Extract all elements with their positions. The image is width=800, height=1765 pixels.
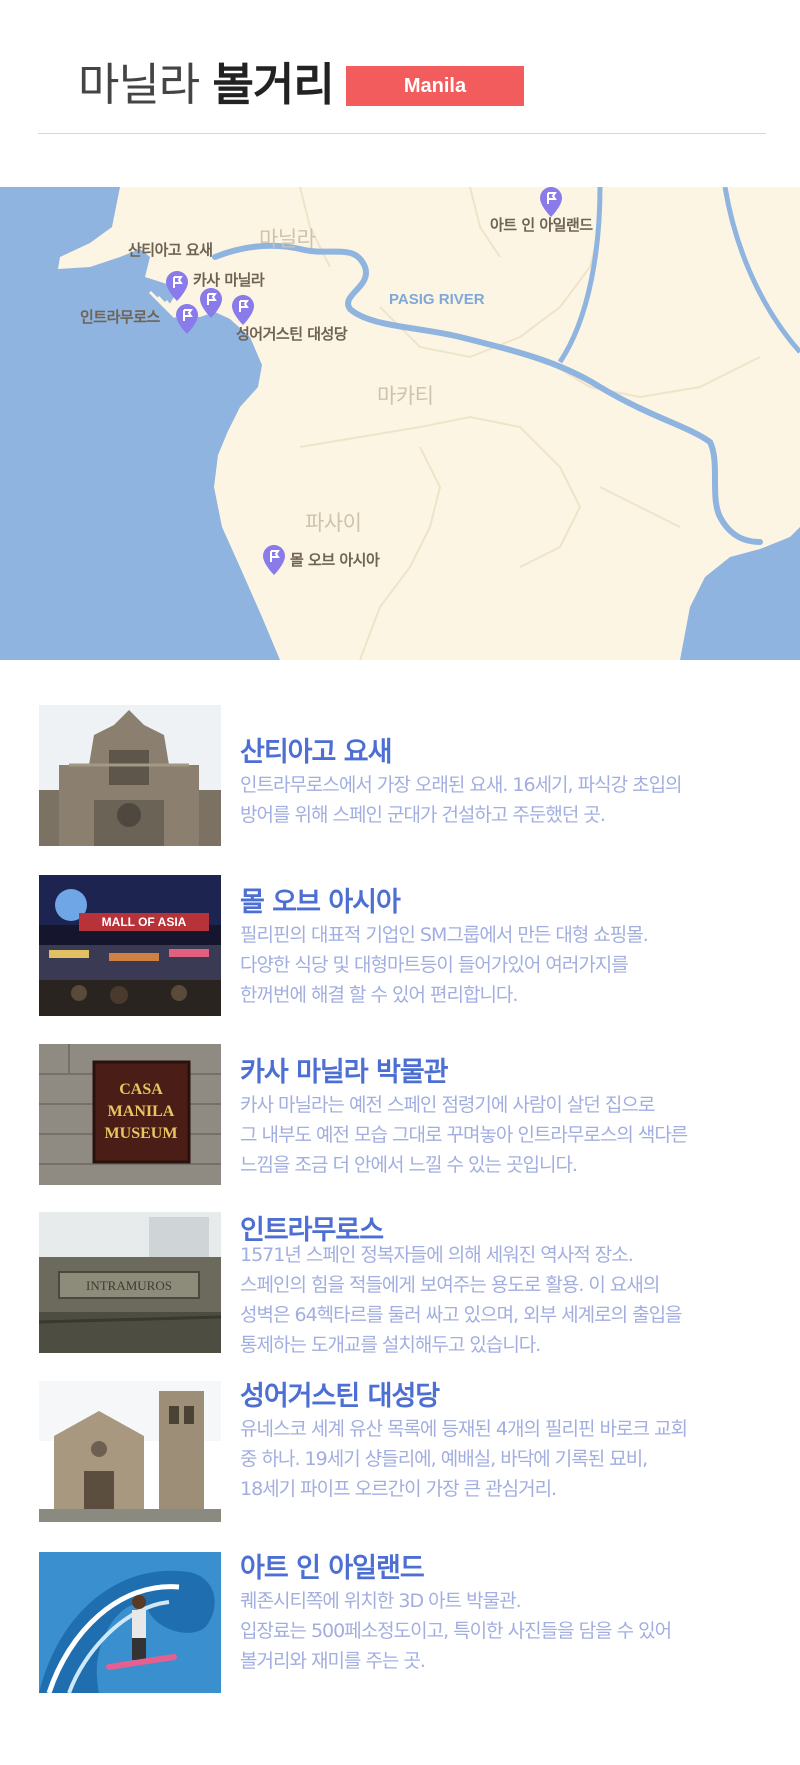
description-line: 퀘존시티쪽에 위치한 3D 아트 박물관. bbox=[240, 1590, 522, 1612]
attraction-title[interactable]: 아트 인 아일랜드 bbox=[240, 1546, 425, 1585]
map-label-intramuros: 인트라무로스 bbox=[80, 308, 160, 326]
description-line: 통제하는 도개교를 설치해두고 있습니다. bbox=[240, 1334, 541, 1356]
description-line: 한꺼번에 해결 할 수 있어 편리합니다. bbox=[240, 984, 518, 1006]
description-line: 18세기 파이프 오르간이 가장 큰 관심거리. bbox=[240, 1478, 557, 1500]
attraction-title[interactable]: 카사 마닐라 박물관 bbox=[240, 1050, 449, 1089]
museum-sign-line: MANILA bbox=[108, 1103, 175, 1120]
attraction-item-art-in-island[interactable]: 아트 인 아일랜드 퀘존시티쪽에 위치한 3D 아트 박물관. 입장료는 500… bbox=[0, 1552, 800, 1702]
casa-manila-photo: CASA MANILA MUSEUM bbox=[39, 1044, 221, 1185]
description-line: 스페인의 힘을 적들에게 보여주는 용도로 활용. 이 요새의 bbox=[240, 1274, 660, 1296]
attraction-title[interactable]: 몰 오브 아시아 bbox=[240, 880, 401, 919]
map-pin-icon[interactable] bbox=[166, 271, 188, 301]
map-pin-icon[interactable] bbox=[263, 545, 285, 575]
map-pin-icon[interactable] bbox=[200, 288, 222, 318]
museum-sign-line: MUSEUM bbox=[105, 1125, 178, 1142]
attraction-title[interactable]: 산티아고 요새 bbox=[240, 730, 392, 769]
description-line: 방어를 위해 스페인 군대가 건설하고 주둔했던 곳. bbox=[240, 804, 606, 826]
fort-santiago-photo bbox=[39, 705, 221, 846]
description-line: 그 내부도 예전 모습 그대로 꾸며놓아 인트라무로스의 색다른 bbox=[240, 1124, 688, 1146]
map-pin-icon[interactable] bbox=[176, 304, 198, 334]
attraction-item-casa-manila[interactable]: CASA MANILA MUSEUM 카사 마닐라 박물관 카사 마닐라는 예전… bbox=[0, 1044, 800, 1194]
art-in-island-photo bbox=[39, 1552, 221, 1693]
map-graphic bbox=[0, 187, 800, 660]
map-label-augustine: 성어거스틴 대성당 bbox=[236, 325, 348, 343]
map-label-art: 아트 인 아일랜드 bbox=[490, 216, 593, 234]
description-line: 인트라무로스에서 가장 오래된 요새. 16세기, 파식강 초입의 bbox=[240, 774, 683, 796]
attraction-title[interactable]: 성어거스틴 대성당 bbox=[240, 1374, 440, 1413]
map-pin-icon[interactable] bbox=[232, 295, 254, 325]
map-district-makati: 마카티 bbox=[377, 384, 434, 408]
attraction-description: 인트라무로스에서 가장 오래된 요새. 16세기, 파식강 초입의 방어를 위해… bbox=[240, 770, 770, 830]
attraction-description: 필리핀의 대표적 기업인 SM그룹에서 만든 대형 쇼핑몰. 다양한 식당 및 … bbox=[240, 920, 770, 1010]
description-line: 카사 마닐라는 예전 스페인 점령기에 사람이 살던 집으로 bbox=[240, 1094, 655, 1116]
page-header: 마닐라 볼거리 Manila bbox=[0, 0, 800, 140]
attraction-description: 1571년 스페인 정복자들에 의해 세워진 역사적 장소. 스페인의 힘을 적… bbox=[240, 1240, 770, 1360]
description-line: 다양한 식당 및 대형마트등이 들어가있어 여러가지를 bbox=[240, 954, 629, 976]
map-label-mall: 몰 오브 아시아 bbox=[290, 551, 380, 569]
mall-sign-text: MALL OF ASIA bbox=[102, 915, 187, 929]
map-pin-icon[interactable] bbox=[540, 187, 562, 217]
description-line: 유네스코 세계 유산 목록에 등재된 4개의 필리핀 바로크 교회 bbox=[240, 1418, 688, 1440]
description-line: 입장료는 500페소정도이고, 특이한 사진들을 담을 수 있어 bbox=[240, 1620, 672, 1642]
map-district-pasay: 파사이 bbox=[305, 511, 362, 535]
attraction-item-santiago[interactable]: 산티아고 요새 인트라무로스에서 가장 오래된 요새. 16세기, 파식강 초입… bbox=[0, 705, 800, 855]
description-line: 볼거리와 재미를 주는 곳. bbox=[240, 1650, 426, 1672]
attraction-item-mall[interactable]: MALL OF ASIA 몰 오브 아시아 필리핀의 대표적 기업인 SM그룹에… bbox=[0, 875, 800, 1025]
museum-sign-line: CASA bbox=[119, 1081, 163, 1098]
map-label-river: PASIG RIVER bbox=[389, 291, 485, 308]
city-badge: Manila bbox=[346, 66, 524, 106]
attraction-description: 퀘존시티쪽에 위치한 3D 아트 박물관. 입장료는 500페소정도이고, 특이… bbox=[240, 1586, 770, 1676]
mall-of-asia-photo: MALL OF ASIA bbox=[39, 875, 221, 1016]
page-title-highlight: 볼거리 bbox=[212, 58, 335, 111]
attraction-description: 카사 마닐라는 예전 스페인 점령기에 사람이 살던 집으로 그 내부도 예전 … bbox=[240, 1090, 770, 1180]
attraction-description: 유네스코 세계 유산 목록에 등재된 4개의 필리핀 바로크 교회 중 하나. … bbox=[240, 1414, 770, 1504]
description-line: 1571년 스페인 정복자들에 의해 세워진 역사적 장소. bbox=[240, 1244, 634, 1266]
description-line: 필리핀의 대표적 기업인 SM그룹에서 만든 대형 쇼핑몰. bbox=[240, 924, 649, 946]
map-district-manila: 마닐라 bbox=[259, 227, 316, 251]
page-title: 마닐라 볼거리 bbox=[78, 58, 335, 112]
attraction-item-intramuros[interactable]: INTRAMUROS 인트라무로스 1571년 스페인 정복자들에 의해 세워진… bbox=[0, 1212, 800, 1362]
header-divider bbox=[38, 133, 766, 134]
description-line: 중 하나. 19세기 샹들리에, 예배실, 바닥에 기록된 묘비, bbox=[240, 1448, 648, 1470]
map-label-casa: 카사 마닐라 bbox=[193, 271, 265, 289]
san-agustin-church-photo bbox=[39, 1381, 221, 1522]
area-map: 산티아고 요새 카사 마닐라 인트라무로스 성어거스틴 대성당 아트 인 아일랜… bbox=[0, 187, 800, 660]
attraction-item-san-agustin[interactable]: 성어거스틴 대성당 유네스코 세계 유산 목록에 등재된 4개의 필리핀 바로크… bbox=[0, 1381, 800, 1531]
page-title-city: 마닐라 bbox=[78, 58, 200, 111]
map-label-santiago: 산티아고 요새 bbox=[128, 241, 213, 259]
intramuros-photo: INTRAMUROS bbox=[39, 1212, 221, 1353]
intramuros-sign-text: INTRAMUROS bbox=[86, 1278, 172, 1293]
description-line: 성벽은 64헥타르를 둘러 싸고 있으며, 외부 세계로의 출입을 bbox=[240, 1304, 683, 1326]
description-line: 느낌을 조금 더 안에서 느낄 수 있는 곳입니다. bbox=[240, 1154, 578, 1176]
